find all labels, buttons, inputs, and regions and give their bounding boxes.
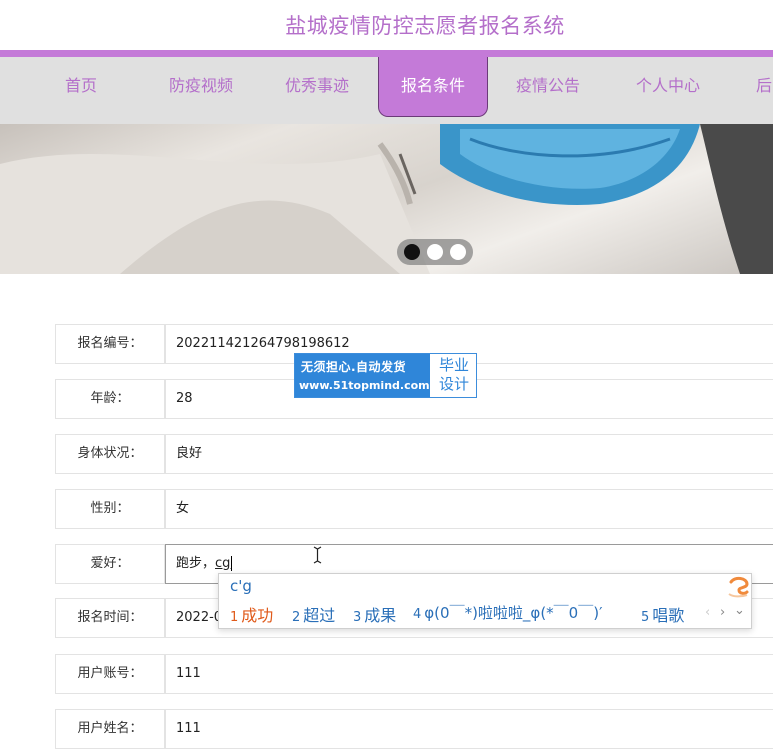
ime-prev-page-icon[interactable]: ‹ — [705, 605, 710, 620]
watermark-tag: 毕业 设计 — [434, 356, 474, 394]
watermark-tag-line2: 设计 — [438, 375, 469, 393]
site-header: 盐城疫情防控志愿者报名系统 — [0, 0, 773, 50]
watermark-tag-line1: 毕业 — [438, 356, 469, 374]
nav-item-home[interactable]: 首页 — [65, 57, 97, 117]
watermark-url: www.51topmind.com — [299, 379, 430, 392]
ime-logo-icon — [728, 576, 749, 598]
label-registration-time: 报名时间： — [55, 598, 165, 638]
site-title: 盐城疫情防控志愿者报名系统 — [285, 14, 565, 38]
ime-next-page-icon[interactable]: › — [720, 605, 725, 620]
ibeam-cursor-icon — [313, 546, 322, 564]
gender-field[interactable]: 女 — [165, 489, 773, 529]
banner-image — [0, 124, 773, 274]
nav-item-personal-center[interactable]: 个人中心 — [636, 57, 700, 117]
ime-candidate-3[interactable]: 3 成果 — [353, 602, 396, 626]
banner-carousel — [0, 124, 773, 274]
hobby-composing-text: cg — [215, 556, 231, 571]
label-user-account: 用户账号： — [55, 654, 165, 694]
main-nav: 首页 防疫视频 优秀事迹 报名条件 疫情公告 个人中心 后 — [0, 50, 773, 124]
ime-candidate-panel: c'g 1 成功 2 超过 3 成果 4 φ(0￣*)啦啦啦_φ(*￣0￣)′ 5 唱歌 … — [218, 573, 752, 629]
health-field[interactable]: 良好 — [165, 434, 773, 474]
watermark-badge: 无须担心.自动发货 www.51topmind.com 毕业 设计 — [294, 353, 477, 398]
ime-candidate-2[interactable]: 2 超过 — [292, 602, 335, 626]
label-gender: 性别： — [55, 489, 165, 529]
nav-item-admin[interactable]: 后 — [756, 57, 772, 117]
nav-item-requirements[interactable]: 报名条件 — [378, 57, 488, 117]
carousel-dot-2[interactable] — [427, 244, 443, 260]
form-row-user-name: 用户姓名： 111 — [55, 709, 773, 749]
ime-candidate-4[interactable]: 4 φ(0￣*)啦啦啦_φ(*￣0￣)′ — [413, 602, 602, 623]
nav-item-announcements[interactable]: 疫情公告 — [516, 57, 580, 117]
label-age: 年龄： — [55, 379, 165, 419]
hobby-value: 跑步， — [176, 556, 216, 571]
ime-expand-icon[interactable]: ⌄ — [734, 603, 745, 618]
form-row-gender: 性别： 女 — [55, 489, 773, 529]
label-hobby: 爱好： — [55, 544, 165, 584]
label-registration-id: 报名编号： — [55, 324, 165, 364]
ime-candidate-5[interactable]: 5 唱歌 — [641, 602, 684, 626]
watermark-left: 无须担心.自动发货 www.51topmind.com — [295, 354, 430, 397]
form-row-health: 身体状况： 良好 — [55, 434, 773, 474]
nav-item-videos[interactable]: 防疫视频 — [169, 57, 233, 117]
ime-candidate-1[interactable]: 1 成功 — [230, 602, 273, 626]
form-row-user-account: 用户账号： 111 — [55, 654, 773, 694]
user-account-field[interactable]: 111 — [165, 654, 773, 694]
carousel-dots — [397, 239, 473, 265]
label-user-name: 用户姓名： — [55, 709, 165, 749]
nav-item-stories[interactable]: 优秀事迹 — [285, 57, 349, 117]
ime-composition: c'g — [230, 577, 252, 595]
label-health: 身体状况： — [55, 434, 165, 474]
carousel-dot-1[interactable] — [404, 244, 420, 260]
user-name-field[interactable]: 111 — [165, 709, 773, 749]
watermark-slogan: 无须担心.自动发货 — [301, 360, 407, 374]
carousel-dot-3[interactable] — [450, 244, 466, 260]
text-caret — [231, 556, 233, 571]
